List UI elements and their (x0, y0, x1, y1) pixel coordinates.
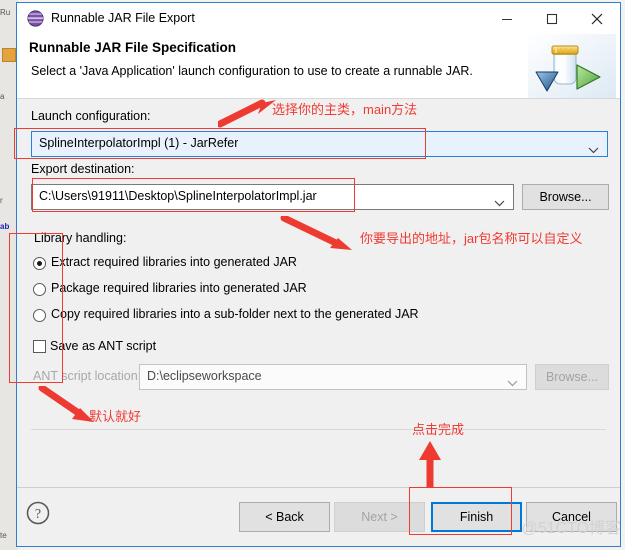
dialog-header: Runnable JAR File Specification Select a… (17, 34, 620, 99)
next-button: Next > (334, 502, 425, 532)
annotation-text-finish: 点击完成 (412, 422, 465, 437)
question-mark-icon[interactable]: ? (25, 500, 51, 526)
annotation-text-export-destination: 你要导出的地址，jar包名称可以自定义 (360, 231, 583, 246)
runnable-jar-export-dialog: Runnable JAR File Export Runnable JAR Fi… (16, 2, 621, 547)
background-tab-label: ab (0, 222, 10, 231)
launch-configuration-value: SplineInterpolatorImpl (1) - JarRefer (39, 136, 239, 150)
save-ant-script-checkbox[interactable] (33, 340, 46, 353)
dialog-body: Launch configuration: SplineInterpolator… (17, 99, 620, 488)
page-title: Runnable JAR File Specification (29, 40, 237, 55)
dialog-titlebar: Runnable JAR File Export (17, 3, 620, 35)
radio-copy[interactable] (33, 309, 46, 322)
close-button[interactable] (574, 3, 619, 34)
chevron-down-icon (507, 374, 518, 392)
export-destination-browse-button[interactable]: Browse... (522, 184, 609, 210)
annotation-text-launch-config: 选择你的主类，main方法 (272, 102, 418, 117)
ant-script-location-combo: D:\eclipseworkspace (139, 364, 527, 390)
export-destination-value: C:\Users\91911\Desktop\SplineInterpolato… (39, 189, 317, 203)
ant-script-location-value: D:\eclipseworkspace (147, 369, 262, 383)
chevron-down-icon[interactable] (588, 141, 599, 159)
ant-script-location-label: ANT script location: (33, 369, 142, 383)
library-option-package-label: Package required libraries into generate… (51, 281, 307, 295)
finish-button[interactable]: Finish (431, 502, 522, 532)
background-icon (2, 48, 16, 62)
svg-text:?: ? (35, 507, 41, 522)
launch-configuration-combo[interactable]: SplineInterpolatorImpl (1) - JarRefer (31, 131, 608, 157)
save-ant-script-label: Save as ANT script (50, 339, 157, 353)
library-option-copy-label: Copy required libraries into a sub-folde… (51, 307, 419, 321)
back-button[interactable]: < Back (239, 502, 330, 532)
export-sphere-icon (27, 10, 44, 27)
library-option-extract-label: Extract required libraries into generate… (51, 255, 297, 269)
export-destination-label: Export destination: (31, 162, 135, 176)
page-description: Select a 'Java Application' launch confi… (31, 64, 473, 78)
background-tab-label: a (0, 92, 5, 101)
radio-selected-dot (37, 261, 42, 266)
background-tab-label: te (0, 531, 7, 540)
dialog-title: Runnable JAR File Export (51, 11, 195, 25)
watermark: @51CTO博客 (521, 520, 621, 537)
minimize-button[interactable] (484, 3, 529, 34)
jar-with-green-play-icon (528, 34, 616, 98)
background-tab-label: Ru (0, 8, 11, 17)
ant-script-browse-button: Browse... (535, 364, 609, 390)
annotation-text-default-ok: 默认就好 (89, 409, 142, 424)
section-divider (31, 429, 606, 430)
background-tab-label: r (0, 196, 3, 205)
radio-extract[interactable] (33, 257, 46, 270)
chevron-down-icon[interactable] (494, 194, 505, 212)
export-destination-combo[interactable]: C:\Users\91911\Desktop\SplineInterpolato… (31, 184, 514, 210)
library-handling-label: Library handling: (34, 231, 127, 245)
radio-package[interactable] (33, 283, 46, 296)
maximize-button[interactable] (529, 3, 574, 34)
launch-configuration-label: Launch configuration: (31, 109, 151, 123)
